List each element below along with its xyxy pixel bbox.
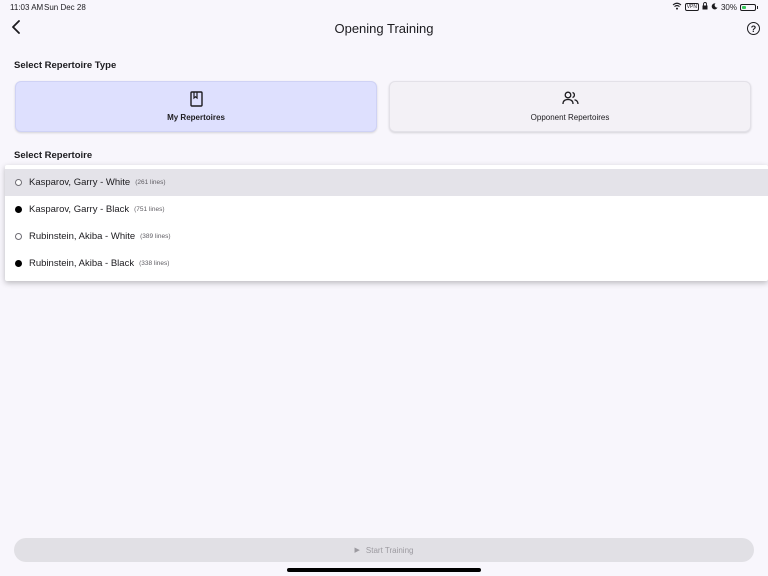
- repertoire-option[interactable]: Rubinstein, Akiba - White (389 lines): [5, 223, 768, 250]
- black-circle-icon: [15, 206, 22, 213]
- vpn-badge: VPN: [684, 3, 699, 11]
- book-icon: [189, 91, 203, 107]
- start-training-button[interactable]: ▶ Start Training: [14, 538, 754, 562]
- white-circle-icon: [15, 233, 22, 240]
- repertoire-option[interactable]: Kasparov, Garry - Black (751 lines): [5, 196, 768, 223]
- moon-icon: [711, 2, 718, 12]
- repertoire-label: Select Repertoire: [14, 150, 93, 161]
- repertoire-option[interactable]: Kasparov, Garry - White (261 lines): [5, 169, 768, 196]
- start-training-label: Start Training: [365, 545, 414, 555]
- battery-tip: [757, 5, 758, 9]
- my-repertoires-card[interactable]: My Repertoires: [15, 81, 377, 132]
- battery-fill: [742, 5, 746, 9]
- repertoire-line-count: (261 lines): [135, 179, 166, 186]
- battery-icon: [740, 3, 756, 11]
- black-circle-icon: [15, 260, 22, 267]
- repertoire-name: Kasparov, Garry - White: [29, 177, 131, 188]
- repertoire-option[interactable]: Rubinstein, Akiba - Black (338 lines): [5, 250, 768, 277]
- people-icon: [561, 91, 579, 107]
- repertoire-type-label: Select Repertoire Type: [14, 60, 117, 71]
- repertoire-line-count: (389 lines): [140, 233, 171, 240]
- status-time: 11:03 AM: [10, 3, 44, 12]
- wifi-icon: [672, 2, 682, 12]
- question-circle-icon: ?: [750, 23, 757, 34]
- repertoire-dropdown-list: Kasparov, Garry - White (261 lines) Kasp…: [5, 165, 768, 281]
- opponent-repertoires-card[interactable]: Opponent Repertoires: [389, 81, 751, 132]
- repertoire-line-count: (751 lines): [134, 206, 165, 213]
- repertoire-name: Rubinstein, Akiba - Black: [29, 258, 135, 269]
- header: Opening Training ?: [0, 14, 768, 46]
- home-indicator[interactable]: [287, 568, 481, 572]
- play-icon: ▶: [354, 547, 360, 554]
- lock-icon: [702, 2, 708, 12]
- status-indicators: VPN 30%: [672, 2, 758, 12]
- page-title: Opening Training: [334, 21, 434, 36]
- white-circle-icon: [15, 179, 22, 186]
- repertoire-line-count: (338 lines): [139, 260, 170, 267]
- repertoire-name: Kasparov, Garry - Black: [29, 204, 130, 215]
- status-date: Sun Dec 28: [44, 3, 86, 12]
- repertoire-name: Rubinstein, Akiba - White: [29, 231, 136, 242]
- battery-percent: 30%: [720, 2, 737, 12]
- opponent-repertoires-label: Opponent Repertoires: [530, 113, 610, 122]
- help-button[interactable]: ?: [747, 22, 760, 35]
- status-bar: 11:03 AM Sun Dec 28 VPN 30%: [0, 0, 768, 14]
- my-repertoires-label: My Repertoires: [167, 113, 225, 122]
